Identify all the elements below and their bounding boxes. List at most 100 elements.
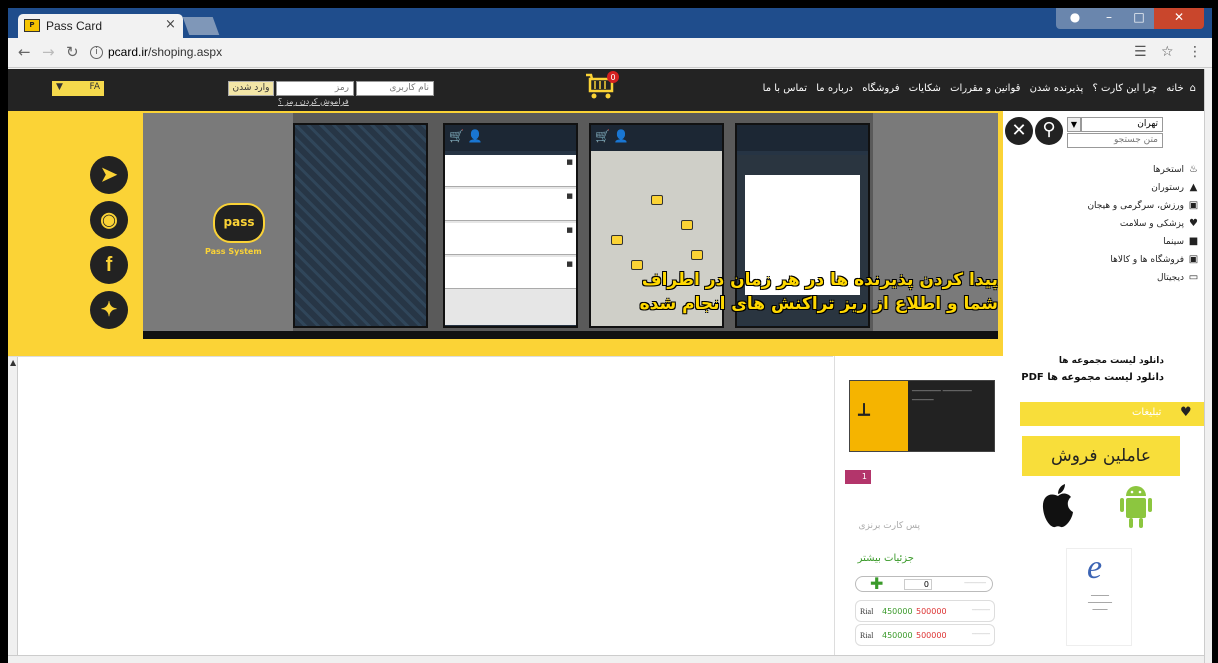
map-pin-icon: [651, 195, 663, 205]
page-vertical-scrollbar[interactable]: [1204, 69, 1212, 663]
search-sidebar: ✕ ⚲ ▼ تهران متن جستجو ♨استخرها ▲رستوران …: [1003, 111, 1204, 356]
heart-icon: ♥: [1189, 218, 1198, 229]
pass-system-label: Pass System: [205, 247, 262, 256]
category-stores[interactable]: ▣ فروشگاه ها و کالاها: [1090, 251, 1200, 269]
password-field[interactable]: رمز: [276, 81, 354, 96]
cart-icon: ▣: [1188, 254, 1199, 265]
map-pin-icon: [611, 235, 623, 245]
sales-agents-banner[interactable]: عاملین فروش: [1022, 436, 1180, 476]
menu-item-contact[interactable]: تماس با ما: [763, 83, 807, 94]
menu-item-join[interactable]: پذیرنده شدن: [1030, 83, 1084, 94]
url-path: /shoping.aspx: [148, 45, 223, 59]
language-select[interactable]: ▼ FA: [52, 81, 104, 96]
translate-icon[interactable]: ☰: [1134, 44, 1147, 60]
price-old: 500000: [916, 631, 947, 640]
category-sports[interactable]: ▣ ورزش، سرگرمی و هیجان: [1087, 197, 1200, 215]
site-favicon-icon: P: [24, 19, 40, 32]
category-pools[interactable]: ♨ استخرها: [1090, 161, 1200, 179]
heart-icon: ♥: [1180, 405, 1192, 420]
close-icon[interactable]: ✕: [1005, 117, 1033, 145]
right-column: دانلود لیست مجموعه ها دانلود لیست مجموعه…: [1004, 356, 1204, 656]
search-icon[interactable]: ⚲: [1035, 117, 1063, 145]
page-horizontal-scrollbar[interactable]: [8, 655, 1204, 663]
social-links: ➤ ◉ f ✦: [90, 156, 132, 336]
list-item: ■: [445, 189, 576, 221]
category-digital[interactable]: ▭ دیجیتال: [1090, 269, 1200, 287]
back-arrow-icon[interactable]: ←: [18, 43, 31, 61]
category-medical[interactable]: ♥ پزشکی و سلامت: [1090, 215, 1200, 233]
swimmer-icon: ♨: [1189, 164, 1198, 175]
main-menu: ⌂ خانه چرا این کارت ؟ پذیرنده شدن قوانین …: [757, 83, 1196, 94]
download-pdf-link[interactable]: دانلود لیست مجموعه ها PDF: [1021, 372, 1164, 383]
card-image[interactable]: ⟂ ──────── ──────── ──────: [849, 380, 995, 452]
star-icon[interactable]: ☆: [1161, 44, 1174, 60]
twitter-icon[interactable]: ✦: [90, 291, 128, 329]
home-icon[interactable]: ⌂: [1190, 83, 1196, 94]
cart-count: 0: [610, 73, 615, 82]
profile-icon[interactable]: ●: [1056, 8, 1094, 29]
pass-logo-badge: pass: [213, 203, 265, 243]
login-button[interactable]: وارد شدن: [228, 81, 274, 96]
category-label: سینما: [1163, 237, 1184, 247]
download-list-link[interactable]: دانلود لیست مجموعه ها: [1059, 356, 1164, 366]
cart-icon: 🛒 👤: [595, 129, 629, 143]
currency: Rial: [860, 631, 874, 640]
category-label: دیجیتال: [1156, 273, 1184, 283]
category-label: استخرها: [1152, 165, 1184, 175]
frame-scrollbar[interactable]: ▲: [8, 357, 18, 657]
monitor-icon: ▭: [1188, 272, 1199, 283]
ads-label: تبلیغات: [1132, 407, 1162, 418]
chevron-down-icon[interactable]: ▼: [1067, 117, 1081, 132]
quantity-input[interactable]: 0: [904, 579, 932, 590]
reload-icon[interactable]: ↻: [66, 43, 79, 61]
price-new: 450000: [882, 607, 913, 616]
more-details-link[interactable]: جزئیات بیشتر: [858, 553, 914, 564]
username-field[interactable]: نام کاربری: [356, 81, 434, 96]
menu-item-why[interactable]: چرا این کارت ؟: [1093, 83, 1158, 94]
category-cinema[interactable]: ■ سینما: [1090, 233, 1200, 251]
enamad-logo-icon: e: [1087, 549, 1103, 586]
quantity-label: ──────: [964, 580, 986, 587]
add-to-cart-icon[interactable]: ✚: [870, 576, 883, 592]
browser-tab[interactable]: P Pass Card ×: [18, 14, 183, 38]
new-tab-button[interactable]: [182, 17, 220, 35]
enamad-badge[interactable]: e ────── ──────── ─────: [1066, 548, 1132, 646]
menu-item-home[interactable]: خانه: [1166, 83, 1183, 94]
forgot-password-link[interactable]: فراموش کردن رمز ؟: [278, 97, 349, 106]
map-pin-icon: [691, 250, 703, 260]
pass-card-logo-icon: ⟂: [858, 399, 871, 420]
menu-item-rules[interactable]: قوانین و مقررات: [950, 83, 1020, 94]
search-input[interactable]: متن جستجو: [1067, 133, 1163, 148]
scroll-up-icon[interactable]: ▲: [10, 358, 16, 367]
tab-close-icon[interactable]: ×: [165, 17, 176, 32]
forward-arrow-icon[interactable]: →: [42, 43, 55, 61]
price-old: 500000: [916, 607, 947, 616]
product-card: ⟂ ──────── ──────── ────── 1 پس کارت برن…: [834, 356, 1004, 656]
shopping-cart-icon[interactable]: 0: [584, 71, 620, 101]
minimize-button[interactable]: –: [1094, 8, 1124, 29]
list-item: ■: [445, 155, 576, 187]
maximize-button[interactable]: □: [1124, 8, 1154, 29]
category-label: ورزش، سرگرمی و هیجان: [1087, 201, 1184, 211]
city-select[interactable]: تهران: [1081, 117, 1163, 132]
menu-item-shop[interactable]: فروشگاه: [862, 83, 899, 94]
title-bar: P Pass Card × ● – □ ✕: [8, 8, 1212, 38]
instagram-icon[interactable]: ◉: [90, 201, 128, 239]
android-icon[interactable]: [1118, 482, 1154, 530]
info-icon[interactable]: i: [90, 46, 103, 59]
facebook-icon[interactable]: f: [90, 246, 128, 284]
apple-icon[interactable]: [1040, 482, 1076, 530]
menu-dots-icon[interactable]: ⋮: [1188, 44, 1202, 60]
top-navigation: ▼ FA وارد شدن رمز نام کاربری فراموش کردن…: [8, 69, 1204, 111]
menu-item-complaints[interactable]: شکایات: [909, 83, 941, 94]
telegram-icon[interactable]: ➤: [90, 156, 128, 194]
category-label: فروشگاه ها و کالاها: [1110, 255, 1184, 265]
price-row: Rial 450000 500000 ─────: [855, 600, 995, 622]
content-frame: ▲: [8, 356, 833, 657]
product-name[interactable]: پس کارت برنزی: [858, 521, 920, 531]
category-list: ♨استخرها ▲رستوران ▣ورزش، سرگرمی و هیجان …: [1087, 161, 1200, 287]
close-window-button[interactable]: ✕: [1154, 8, 1204, 29]
address-bar[interactable]: pcard.ir/shoping.aspx: [108, 45, 222, 59]
menu-item-about[interactable]: درباره ما: [816, 83, 853, 94]
category-restaurant[interactable]: ▲ رستوران: [1090, 179, 1200, 197]
